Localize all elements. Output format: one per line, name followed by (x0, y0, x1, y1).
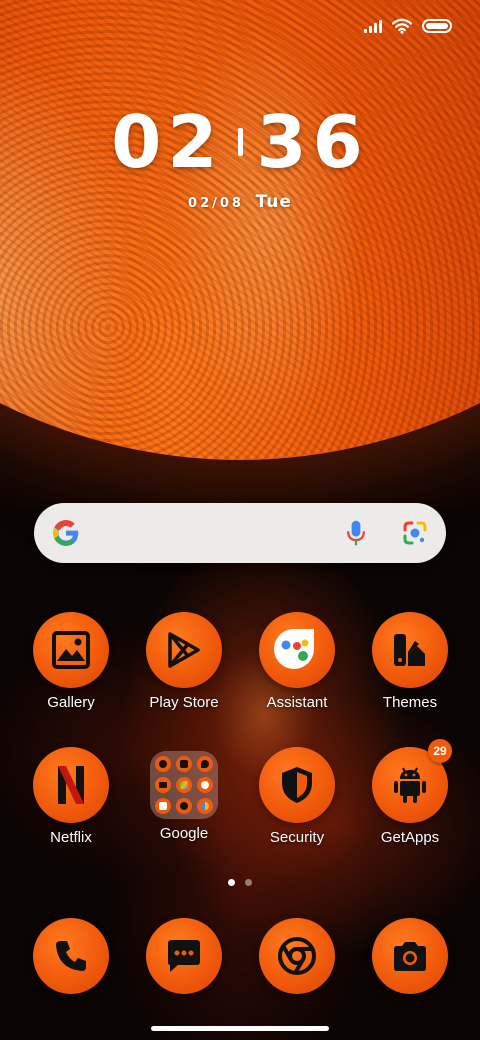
play-store-icon (168, 632, 200, 668)
camera-icon (394, 942, 426, 971)
themes-app-icon[interactable] (372, 612, 448, 688)
chrome-icon (278, 937, 316, 975)
date-text: 02/08 (188, 196, 244, 211)
signal-bars-icon (364, 19, 382, 33)
youtube-music-mini-icon (197, 777, 213, 793)
assistant-icon (274, 629, 314, 669)
lock-clock: 02 36 (0, 100, 480, 184)
google-g-icon (53, 520, 79, 546)
dock-phone[interactable] (16, 918, 126, 994)
drive-mini-icon (176, 777, 192, 793)
app-label: Play Store (149, 694, 219, 711)
folder-icon[interactable] (150, 751, 218, 819)
shield-icon (282, 767, 312, 803)
app-security[interactable]: Security (242, 747, 352, 846)
photos-mini-icon (176, 798, 192, 814)
app-play-store[interactable]: Play Store (129, 612, 239, 711)
themes-icon (394, 634, 425, 666)
home-gesture-bar[interactable] (151, 1026, 329, 1031)
wifi-icon (392, 18, 412, 34)
chrome-app-icon[interactable] (259, 918, 335, 994)
camera-app-icon[interactable] (372, 918, 448, 994)
app-themes[interactable]: Themes (355, 612, 465, 711)
netflix-icon (58, 766, 84, 804)
duo-mini-icon (197, 798, 213, 814)
page-dot-active[interactable] (228, 879, 235, 886)
gmail-mini-icon (176, 756, 192, 772)
mic-icon[interactable] (344, 519, 368, 547)
app-getapps[interactable]: 29 GetApps (355, 739, 465, 846)
assistant-app-icon[interactable] (259, 612, 335, 688)
page-indicator (0, 879, 480, 886)
dock-camera[interactable] (355, 918, 465, 994)
sun-image (0, 0, 480, 460)
clock-minutes: 36 (256, 100, 369, 184)
app-gallery[interactable]: Gallery (16, 612, 126, 711)
dock-chrome[interactable] (242, 918, 352, 994)
app-label: Themes (382, 694, 438, 711)
weekday-text: Tue (255, 192, 292, 212)
app-label: Security (269, 829, 325, 846)
play-store-app-icon[interactable] (146, 612, 222, 688)
google-lens-icon[interactable] (402, 520, 428, 546)
notification-badge: 29 (428, 739, 452, 763)
gallery-icon (52, 631, 90, 669)
messages-app-icon[interactable] (146, 918, 222, 994)
battery-icon (422, 19, 452, 33)
security-app-icon[interactable] (259, 747, 335, 823)
getapps-app-icon[interactable]: 29 (372, 739, 452, 823)
status-bar (364, 14, 452, 38)
app-label: Assistant (266, 694, 328, 711)
app-label: Google (159, 825, 209, 842)
app-assistant[interactable]: Assistant (242, 612, 352, 711)
clock-hours: 02 (111, 100, 224, 184)
google-search-bar[interactable] (34, 503, 446, 563)
gallery-app-icon[interactable] (33, 612, 109, 688)
app-label: GetApps (380, 829, 440, 846)
android-icon (394, 767, 426, 803)
meet-mini-icon (155, 798, 171, 814)
clock-separator (237, 128, 243, 156)
maps-mini-icon (197, 756, 213, 772)
date-display: 02/08 Tue (0, 192, 480, 212)
app-label: Netflix (50, 829, 92, 846)
app-netflix[interactable]: Netflix (16, 747, 126, 846)
page-dot[interactable] (245, 879, 252, 886)
app-folder-google[interactable]: Google (129, 747, 239, 842)
messages-icon (168, 940, 200, 972)
netflix-app-icon[interactable] (33, 747, 109, 823)
google-mini-icon (155, 756, 171, 772)
dock-messages[interactable] (129, 918, 239, 994)
phone-icon (56, 941, 86, 971)
youtube-mini-icon (155, 777, 171, 793)
app-label: Gallery (47, 694, 95, 711)
phone-app-icon[interactable] (33, 918, 109, 994)
